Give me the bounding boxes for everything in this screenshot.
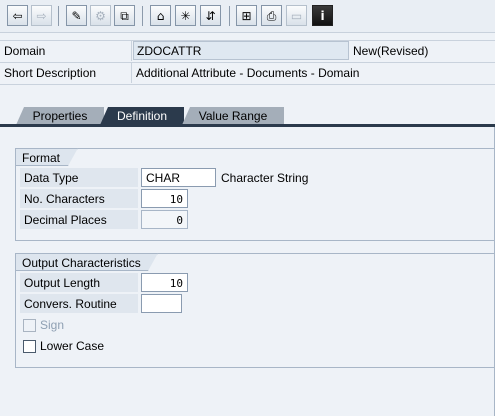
no-characters-label: No. Characters (20, 189, 138, 208)
header-divider (0, 62, 495, 63)
data-type-label: Data Type (20, 168, 138, 187)
output-characteristics-group: Output Characteristics Output Length 10 … (15, 253, 495, 368)
decimal-places-label: Decimal Places (20, 210, 138, 229)
application-toolbar: ⇦ ⇨ ✎ ⚙ ⧉ ⌂ ✳ ⇵ ⊞ ⎙ ▭ i (0, 0, 495, 33)
back-arrow-icon[interactable]: ⇦ (7, 5, 28, 26)
where-used-icon[interactable]: ⌂ (150, 5, 171, 26)
domain-label: Domain (4, 44, 46, 58)
short-description-label: Short Description (4, 66, 97, 80)
short-description-field[interactable]: Additional Attribute - Documents - Domai… (136, 66, 359, 80)
lower-case-checkbox[interactable] (23, 340, 36, 353)
tab-definition[interactable]: Definition (100, 107, 184, 125)
status-text: New(Revised) (353, 44, 429, 58)
output-length-input[interactable]: 10 (141, 273, 188, 292)
decimal-places-input[interactable]: 0 (141, 210, 188, 229)
header-divider (0, 84, 495, 85)
info-icon[interactable]: i (312, 5, 333, 26)
tab-value-range[interactable]: Value Range (182, 107, 284, 125)
data-type-description: Character String (221, 171, 309, 185)
print-icon[interactable]: ⎙ (261, 5, 282, 26)
no-characters-input[interactable]: 10 (141, 189, 188, 208)
lower-case-checkbox-label: Lower Case (40, 339, 105, 353)
output-length-label: Output Length (20, 273, 138, 292)
tab-properties[interactable]: Properties (16, 107, 104, 125)
object-list-icon[interactable]: ✳ (175, 5, 196, 26)
domain-definition-screen: ⇦ ⇨ ✎ ⚙ ⧉ ⌂ ✳ ⇵ ⊞ ⎙ ▭ i Domain ZDOCATTR … (0, 0, 495, 416)
toolbar-separator (229, 6, 230, 26)
sign-checkbox-label: Sign (40, 318, 65, 332)
toolbar-separator (58, 6, 59, 26)
navigation-window-icon[interactable]: ⇵ (200, 5, 221, 26)
definition-tab-panel: Format Data Type CHAR Character String N… (0, 127, 495, 416)
format-group: Format Data Type CHAR Character String N… (15, 148, 495, 241)
domain-name-field[interactable]: ZDOCATTR (133, 41, 349, 60)
other-object-icon[interactable]: ⚙ (90, 5, 111, 26)
toolbar-separator (142, 6, 143, 26)
activate-icon[interactable]: ⧉ (114, 5, 135, 26)
conversion-routine-input[interactable] (141, 294, 182, 313)
sign-checkbox[interactable] (23, 319, 36, 332)
format-group-title: Format (15, 148, 78, 166)
data-type-input[interactable]: CHAR (141, 168, 216, 187)
output-characteristics-title: Output Characteristics (15, 253, 158, 271)
layout-icon[interactable]: ▭ (286, 5, 307, 26)
forward-arrow-icon[interactable]: ⇨ (31, 5, 52, 26)
display-change-icon[interactable]: ✎ (66, 5, 87, 26)
header-divider (131, 41, 132, 61)
header-divider (131, 63, 132, 83)
hierarchy-icon[interactable]: ⊞ (236, 5, 257, 26)
conversion-routine-label: Convers. Routine (20, 294, 138, 313)
